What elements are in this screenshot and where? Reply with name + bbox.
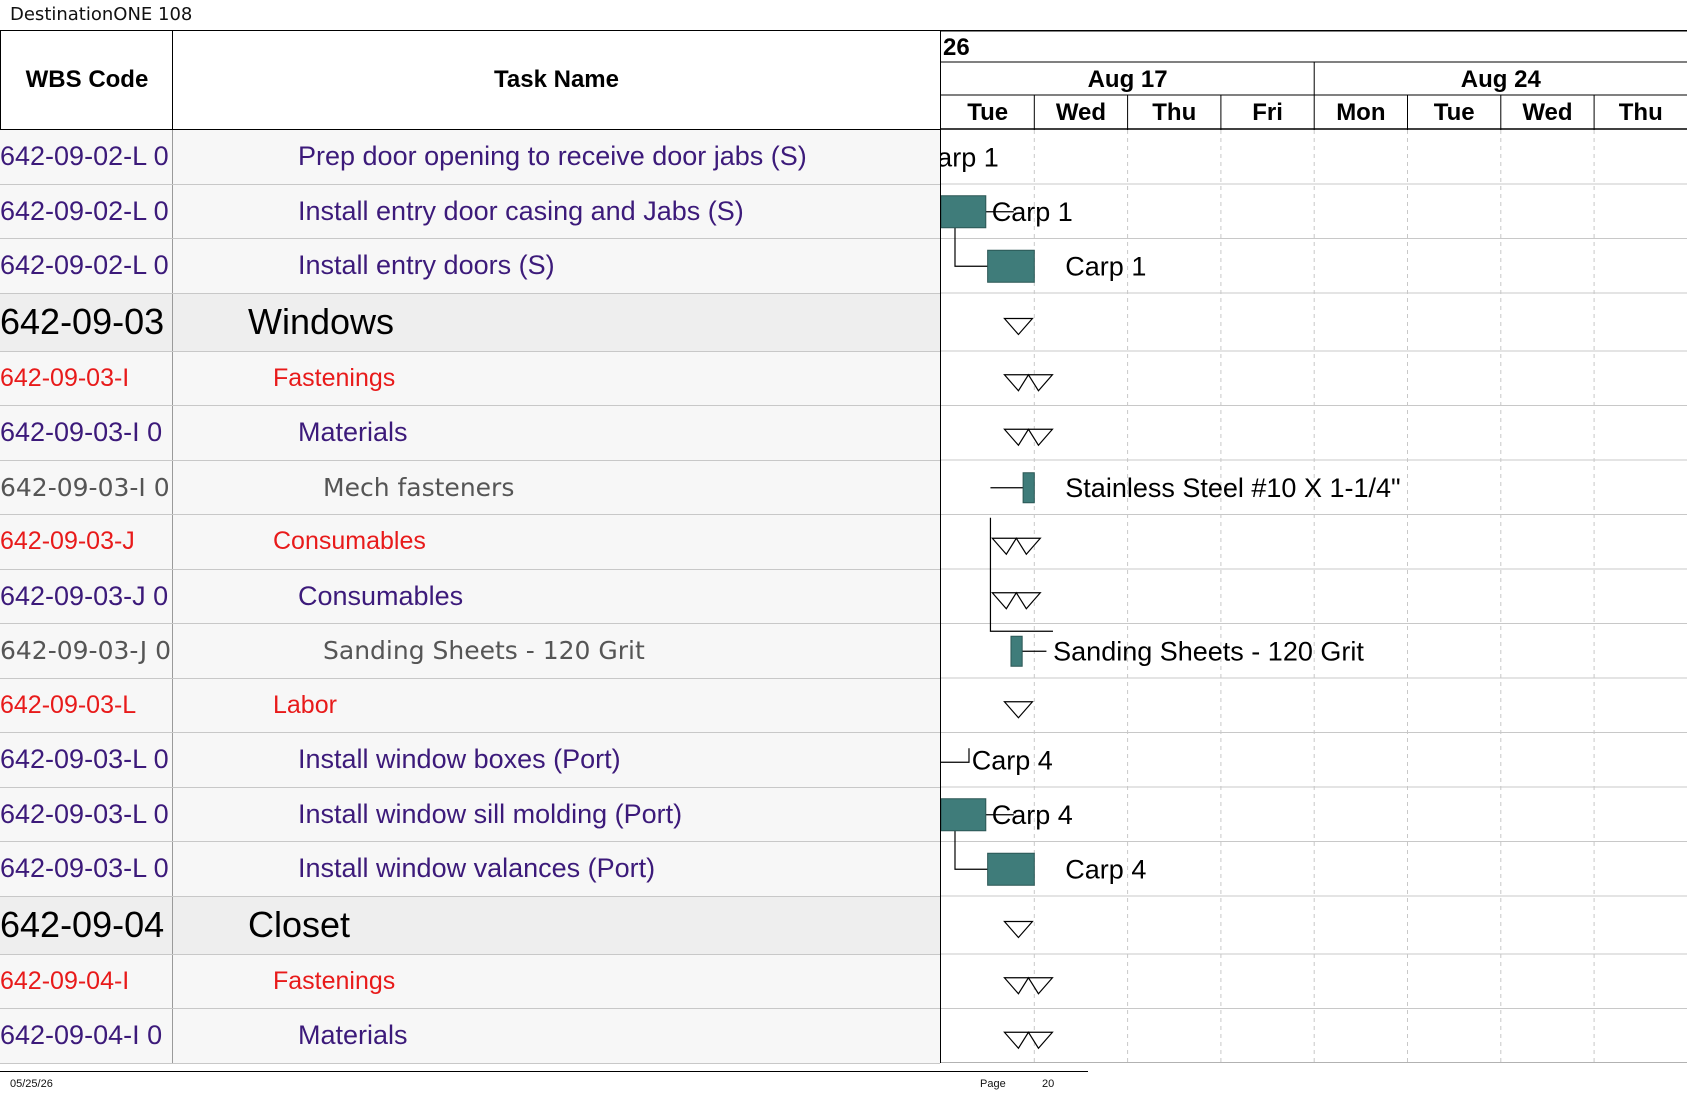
table-row[interactable]: 642-09-03-I 0 Materials <box>0 406 940 461</box>
dependency-line <box>954 824 988 870</box>
table-row[interactable]: 642-09-04 Closet <box>0 896 940 955</box>
dependency-line <box>989 517 1053 632</box>
resource-label: Carp 1 <box>992 197 1073 227</box>
task-name-cell: Consumables <box>298 580 464 611</box>
resource-label: Carp 1 <box>1065 251 1146 281</box>
rollup-milestone-icon <box>1003 373 1054 392</box>
task-name-cell: Install window sill molding (Port) <box>298 798 683 829</box>
summary-milestone-icon <box>1003 920 1034 939</box>
resource-label: Carp 4 <box>972 745 1053 775</box>
wbs-code-cell: 642-09-03-J <box>0 515 173 569</box>
rollup-milestone-icon <box>990 537 1042 556</box>
table-row[interactable]: 642-09-02-L 0 Install entry door casing a… <box>0 184 940 239</box>
wbs-code-cell: 642-09-03-J 0 <box>0 569 173 623</box>
wbs-code-cell: 642-09-02-L 0 <box>0 239 173 293</box>
wbs-code-cell: 642-09-03-L 0 <box>0 787 173 841</box>
wbs-code-cell: 642-09-03-I 0 <box>0 406 173 460</box>
wbs-code-cell: 642-09-03-L 0 <box>0 733 173 787</box>
task-name-cell: Prep door opening to receive door jabs (… <box>298 141 807 172</box>
wbs-code-cell: 642-09-04 <box>0 896 173 954</box>
resource-label: Carp 4 <box>1065 854 1146 884</box>
task-name-cell: Consumables <box>273 527 426 556</box>
wbs-code-cell: 642-09-03 <box>0 293 173 351</box>
gantt-chart: 26 Aug 17 Aug 24 Tue Wed Thu Fri Mon Tue Wed Thu Ca… <box>940 30 1687 1063</box>
task-name-cell: Install window valances (Port) <box>298 853 656 884</box>
footer-page-label: Page <box>980 1078 1006 1090</box>
task-bar <box>1022 472 1035 504</box>
wbs-code-cell: 642-09-02-L 0 <box>0 184 173 238</box>
day-label: Thu <box>1152 99 1196 126</box>
task-name-cell: Fastenings <box>273 363 396 392</box>
day-label: Tue <box>1434 99 1475 126</box>
task-name-cell: Install entry doors (S) <box>298 250 555 281</box>
rollup-milestone-icon <box>1003 976 1054 995</box>
table-row[interactable]: 642-09-04-I 0 Materials <box>0 1009 940 1064</box>
day-label: Fri <box>1252 99 1283 126</box>
wbs-code-cell: 642-09-04-I <box>0 954 173 1008</box>
task-bar <box>941 798 987 832</box>
table-row[interactable]: 642-09-03-I Fastenings <box>0 351 940 406</box>
wbs-code-cell: 642-09-03-L <box>0 678 173 732</box>
wbs-code-cell: 642-09-03-I 01 <box>0 460 173 514</box>
table-row[interactable]: 642-09-03-J Consumables <box>0 515 940 570</box>
day-label: Thu <box>1619 99 1663 126</box>
wbs-code-cell: 642-09-03-L 0 <box>0 842 173 896</box>
timescale-top-label: 26 <box>943 34 970 61</box>
resource-label: Carp 1 <box>941 142 999 172</box>
footer-page-number: 20 <box>1042 1078 1055 1090</box>
task-name-cell: Materials <box>298 1020 408 1051</box>
document-title: DestinationONE 108 <box>10 4 193 25</box>
wbs-code-cell: 642-09-04-I 0 <box>0 1009 173 1063</box>
wbs-code-cell: 642-09-03-J 01 <box>0 624 173 678</box>
week-label: Aug 24 <box>1461 66 1542 93</box>
week-label: Aug 17 <box>1088 66 1168 93</box>
footer-date: 05/25/26 <box>10 1078 53 1090</box>
rollup-milestone-icon <box>1003 1031 1054 1050</box>
table-row[interactable]: 642-09-04-I Fastenings <box>0 954 940 1009</box>
gantt-timeline: 26 Aug 17 Aug 24 Tue Wed Thu Fri Mon Tue Wed Thu Ca… <box>941 30 1687 1063</box>
day-label: Wed <box>1522 99 1572 126</box>
table-row[interactable]: 642-09-02-L 0 Install entry doors (S) <box>0 239 940 294</box>
dependency-line <box>954 221 988 267</box>
wbs-code-cell: 642-09-03-I <box>0 351 173 405</box>
task-name-cell: Install window boxes (Port) <box>298 744 621 775</box>
day-label: Mon <box>1336 99 1385 126</box>
day-label: Wed <box>1056 99 1106 126</box>
column-header-task-name[interactable]: Task Name <box>172 30 941 130</box>
task-name-cell: Fastenings <box>273 966 396 995</box>
day-label: Tue <box>967 99 1008 126</box>
table-row[interactable]: 642-09-03-J 01 Sanding Sheets - 120 Grit <box>0 624 940 679</box>
wbs-code-cell: 642-09-02-L 0 <box>0 130 173 184</box>
task-name-cell: Mech fasteners <box>323 472 515 502</box>
footer-divider <box>0 1071 1088 1072</box>
summary-milestone-icon <box>1003 317 1034 336</box>
resource-label: Stainless Steel #10 X 1-1/4" <box>1065 473 1400 503</box>
resource-label: Sanding Sheets - 120 Grit <box>1053 636 1364 666</box>
task-name-cell: Windows <box>248 301 395 342</box>
column-header-wbs-code[interactable]: WBS Code <box>0 30 173 130</box>
task-name-cell: Sanding Sheets - 120 Grit <box>323 636 645 666</box>
task-name-cell: Closet <box>248 904 351 945</box>
resource-label: Carp 4 <box>992 800 1073 830</box>
table-row[interactable]: 642-09-03-L 0 Install window boxes (Port) <box>0 733 940 788</box>
rollup-milestone-icon <box>990 591 1042 610</box>
task-bar <box>987 852 1035 886</box>
dependency-line <box>941 748 970 763</box>
task-bar <box>941 195 987 229</box>
rollup-milestone-icon <box>1003 428 1054 447</box>
table-row[interactable]: 642-09-03-J 0 Consumables <box>0 569 940 624</box>
task-bar <box>987 249 1035 283</box>
table-row[interactable]: 642-09-03-L Labor <box>0 678 940 733</box>
task-bar <box>1010 635 1023 667</box>
task-name-cell: Install entry door casing and Jabs (S) <box>298 195 744 226</box>
task-name-cell: Labor <box>273 690 337 719</box>
table-row[interactable]: 642-09-03-L 0 Install window valances (Po… <box>0 842 940 897</box>
table-row[interactable]: 642-09-03-I 01 Mech fasteners <box>0 460 940 515</box>
summary-milestone-icon <box>1003 701 1034 719</box>
table-row[interactable]: 642-09-02-L 0 Prep door opening to receiv… <box>0 130 940 185</box>
table-row[interactable]: 642-09-03 Windows <box>0 293 940 352</box>
task-name-cell: Materials <box>298 417 408 448</box>
table-row[interactable]: 642-09-03-L 0 Install window sill molding… <box>0 787 940 842</box>
gantt-print-page: WBS Code Task Name 642-09-02-L 0 Prep doo… <box>0 30 1687 1064</box>
